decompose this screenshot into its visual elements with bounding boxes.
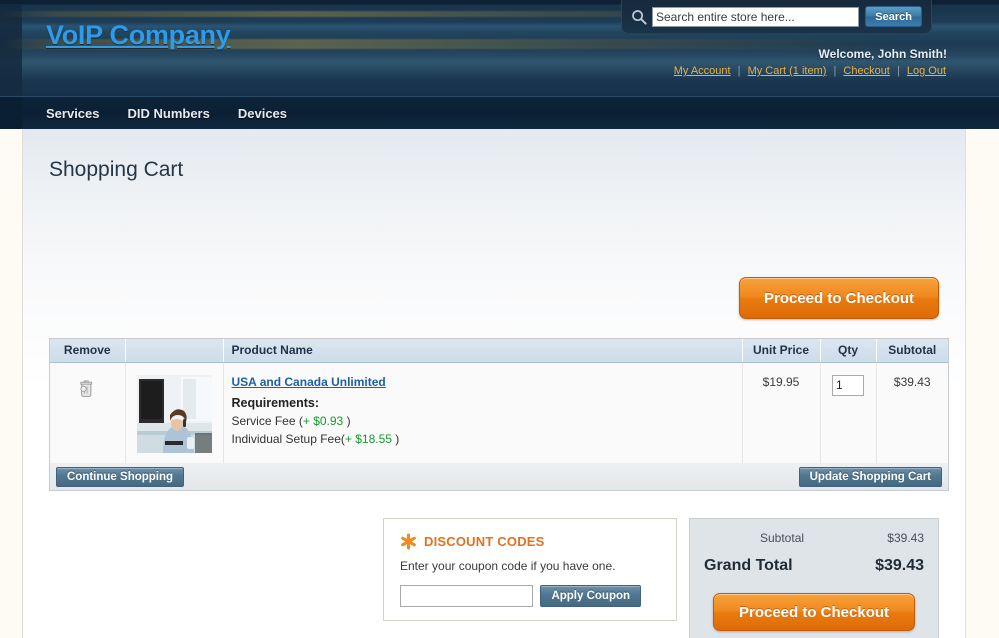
site-logo[interactable]: VoIP Company [46,20,231,51]
nav-item-devices[interactable]: Devices [238,106,287,121]
requirement-name: Individual Setup Fee( [231,431,345,446]
subtotal-row: Subtotal $39.43 [704,531,924,545]
welcome-message: Welcome, John Smith! [818,47,947,61]
link-separator: | [896,65,900,77]
requirement-close: ) [391,431,400,446]
discount-codes-header: DISCOUNT CODES [400,533,660,550]
coupon-code-input[interactable] [400,585,533,608]
column-header-qty: Qty [820,339,877,363]
update-shopping-cart-button[interactable]: Update Shopping Cart [798,466,942,487]
qty-input[interactable] [832,374,864,396]
requirement-amount: + $18.55 [344,431,392,446]
account-links: My Account | My Cart (1 item) | Checkout… [673,65,947,77]
continue-shopping-button[interactable]: Continue Shopping [56,466,185,487]
nav-left-shade [0,97,22,129]
nav-item-services[interactable]: Services [46,106,100,121]
remove-cell [50,362,126,468]
search-bar: Search [621,0,932,34]
asterisk-icon [401,533,416,550]
column-header-unit-price: Unit Price [742,339,821,363]
proceed-to-checkout-bottom-button[interactable]: Proceed to Checkout [713,593,915,631]
cart-footer-bar: Continue Shopping Update Shopping Cart [49,463,949,491]
product-name-link[interactable]: USA and Canada Unlimited [232,375,386,389]
main-content-column: Shopping Cart Proceed to Checkout Remove… [22,129,966,638]
link-separator: | [833,65,837,77]
search-icon [632,9,647,25]
main-navigation: Services DID Numbers Devices [0,96,999,129]
discount-codes-title: DISCOUNT CODES [424,534,545,549]
link-checkout[interactable]: Checkout [843,65,889,77]
column-header-product-name: Product Name [223,339,743,363]
subtotal-value: $39.43 [887,531,924,545]
grand-total-row: Grand Total $39.43 [704,557,924,575]
subtotal-label: Subtotal [760,531,805,545]
header-left-shade [0,4,22,96]
requirement-item: Service Fee (+ $0.93 ) [232,414,734,428]
product-details-cell: USA and Canada Unlimited Requirements: S… [223,362,743,468]
link-separator: | [737,65,741,77]
grand-total-label: Grand Total [704,557,793,574]
table-row: USA and Canada Unlimited Requirements: S… [50,362,948,468]
link-my-account[interactable]: My Account [674,65,731,77]
main-inner: Shopping Cart [23,129,965,182]
requirement-name: Service Fee ( [231,413,303,428]
search-button[interactable]: Search [865,6,922,27]
discount-codes-panel: DISCOUNT CODES Enter your coupon code if… [383,518,677,621]
discount-note: Enter your coupon code if you have one. [400,559,616,573]
page-body: Shopping Cart Proceed to Checkout Remove… [0,129,999,638]
requirement-close: ) [343,413,351,428]
requirements-label: Requirements: [231,395,320,410]
shopping-cart-table: Remove Product Name Unit Price Qty Subto… [49,338,949,469]
order-totals-panel: Subtotal $39.43 Grand Total $39.43 Proce… [689,518,939,638]
column-header-remove: Remove [50,339,126,363]
apply-coupon-button[interactable]: Apply Coupon [540,585,642,608]
search-input[interactable] [652,6,860,27]
nav-item-did-numbers[interactable]: DID Numbers [128,106,210,121]
subtotal-cell: $39.43 [876,362,948,468]
trash-icon[interactable] [78,378,97,398]
column-header-subtotal: Subtotal [876,339,948,363]
requirement-amount: + $0.93 [302,413,344,428]
product-thumbnail[interactable] [136,374,212,453]
link-my-cart[interactable]: My Cart (1 item) [748,65,827,77]
link-log-out[interactable]: Log Out [907,65,946,77]
unit-price-cell: $19.95 [742,362,821,468]
requirement-item: Individual Setup Fee(+ $18.55 ) [232,432,734,446]
page-title: Shopping Cart [49,158,184,181]
product-image-cell [125,362,224,468]
woman-on-phone-image [136,374,212,453]
site-header: VoIP Company Search Welcome, John Smith!… [0,0,999,96]
qty-cell [820,362,877,468]
table-header-row: Remove Product Name Unit Price Qty Subto… [50,339,948,363]
column-header-image [125,339,224,363]
proceed-to-checkout-top-button[interactable]: Proceed to Checkout [739,277,939,319]
grand-total-value: $39.43 [875,557,924,574]
